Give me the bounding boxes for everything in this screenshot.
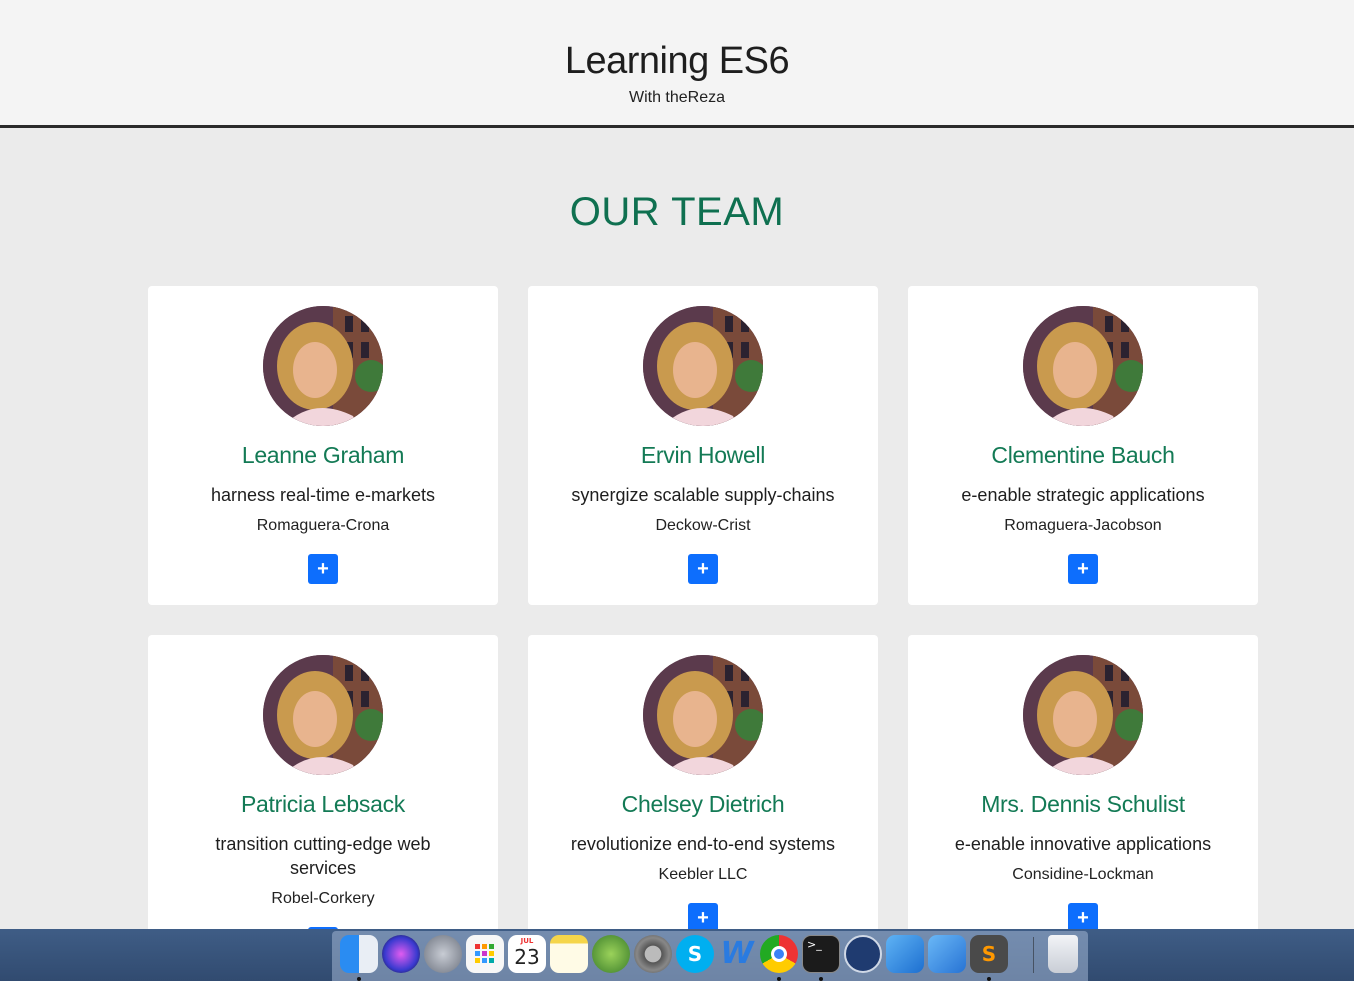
- member-name: Chelsey Dietrich: [621, 791, 785, 817]
- team-card: Patricia Lebsack transition cutting-edge…: [148, 635, 498, 965]
- dock: JUL 23 S W >_ S: [332, 931, 1088, 981]
- member-catch-phrase: synergize scalable supply-chains: [571, 485, 835, 505]
- notes-icon[interactable]: [550, 935, 588, 973]
- system-preferences-icon[interactable]: [634, 935, 672, 973]
- running-indicator: [819, 977, 823, 981]
- simulator-icon[interactable]: [928, 935, 966, 973]
- member-name: Mrs. Dennis Schulist: [981, 791, 1185, 817]
- member-name: Leanne Graham: [241, 442, 405, 468]
- dock-separator: [1033, 937, 1034, 973]
- android-studio-icon[interactable]: [592, 935, 630, 973]
- word-glyph: W: [720, 936, 754, 971]
- member-catch-phrase: harness real-time e-markets: [210, 485, 436, 505]
- member-name: Patricia Lebsack: [241, 791, 405, 817]
- add-member-button[interactable]: +: [688, 554, 718, 584]
- team-card: Leanne Graham harness real-time e-market…: [148, 286, 498, 605]
- site-title: Learning ES6: [564, 40, 790, 82]
- skype-icon[interactable]: S: [676, 935, 714, 973]
- team-card: Chelsey Dietrich revolutionize end-to-en…: [528, 635, 878, 965]
- team-card: Ervin Howell synergize scalable supply-c…: [528, 286, 878, 605]
- site-subtitle: With theReza: [628, 89, 726, 106]
- team-card: Mrs. Dennis Schulist e-enable innovative…: [908, 635, 1258, 965]
- member-name: Ervin Howell: [640, 442, 766, 468]
- chrome-center: [771, 946, 787, 962]
- calendar-icon[interactable]: JUL 23: [508, 935, 546, 973]
- sourcetree-icon[interactable]: [844, 935, 882, 973]
- running-indicator: [987, 977, 991, 981]
- member-catch-phrase: e-enable innovative applications: [954, 834, 1212, 854]
- running-indicator: [357, 977, 361, 981]
- member-catch-phrase: transition cutting-edge web services: [215, 834, 431, 878]
- add-member-button[interactable]: +: [1068, 554, 1098, 584]
- avatar: [263, 655, 383, 775]
- member-catch-phrase: revolutionize end-to-end systems: [570, 834, 836, 854]
- avatar: [643, 655, 763, 775]
- member-company: Romaguera-Crona: [256, 517, 390, 534]
- member-company: Considine-Lockman: [1012, 866, 1154, 883]
- member-company: Robel-Corkery: [271, 890, 375, 907]
- sublime-glyph: S: [981, 942, 997, 966]
- member-name: Clementine Bauch: [991, 442, 1175, 468]
- launchpad-icon[interactable]: [424, 935, 462, 973]
- member-catch-phrase: e-enable strategic applications: [961, 485, 1205, 505]
- avatar: [263, 306, 383, 426]
- skype-glyph: S: [687, 942, 703, 966]
- word-icon[interactable]: W: [718, 935, 756, 973]
- calendar-day: 23: [514, 945, 540, 969]
- avatar: [1023, 655, 1143, 775]
- xcode-icon[interactable]: [886, 935, 924, 973]
- trash-icon[interactable]: [1048, 935, 1078, 973]
- sublime-text-icon[interactable]: S: [970, 935, 1008, 973]
- siri-icon[interactable]: [382, 935, 420, 973]
- chrome-icon[interactable]: [760, 935, 798, 973]
- site-header: Learning ES6 With theReza: [0, 0, 1354, 128]
- section-title: OUR TEAM: [569, 190, 785, 234]
- add-member-button[interactable]: +: [308, 554, 338, 584]
- terminal-glyph: >_: [807, 938, 822, 951]
- avatar: [1023, 306, 1143, 426]
- app-grid-icon[interactable]: [466, 935, 504, 973]
- running-indicator: [777, 977, 781, 981]
- member-company: Romaguera-Jacobson: [1004, 517, 1162, 534]
- finder-icon[interactable]: [340, 935, 378, 973]
- member-company: Deckow-Crist: [655, 517, 751, 534]
- team-card: Clementine Bauch e-enable strategic appl…: [908, 286, 1258, 605]
- avatar: [643, 306, 763, 426]
- member-company: Keebler LLC: [658, 866, 748, 883]
- terminal-icon[interactable]: >_: [802, 935, 840, 973]
